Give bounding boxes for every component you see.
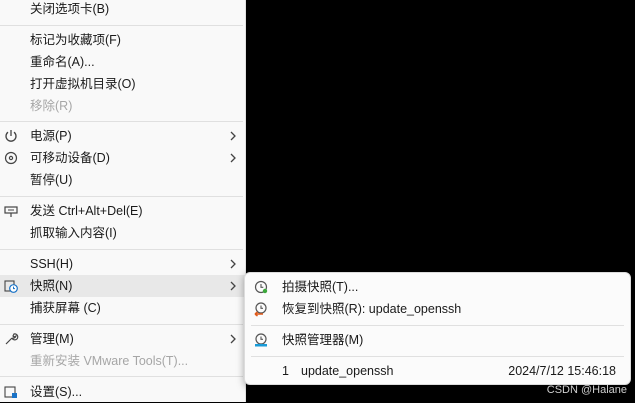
chevron-right-icon — [228, 331, 238, 347]
disc-icon — [3, 150, 19, 166]
menu-separator — [0, 249, 243, 250]
submenu-separator — [251, 356, 624, 357]
submenu-item-snapshot-manager[interactable]: 快照管理器(M) — [245, 329, 630, 351]
menu-separator — [0, 121, 243, 122]
snapshot-date: 2024/7/12 15:46:18 — [508, 364, 616, 378]
context-menu: 关闭选项卡(B) 标记为收藏项(F) 重命名(A)... 打开虚拟机目录(O) … — [0, 0, 246, 402]
menu-item-remove: 移除(R) — [30, 99, 73, 113]
menu-separator — [0, 196, 243, 197]
menu-item-open-vm-directory[interactable]: 打开虚拟机目录(O) — [0, 73, 246, 95]
chevron-right-icon — [228, 278, 238, 294]
menu-item-snapshot[interactable]: 快照(N) — [0, 275, 246, 297]
take-snapshot-icon — [253, 279, 269, 295]
snapshot-icon — [3, 278, 19, 294]
menu-separator — [0, 376, 243, 377]
snapshot-index: 1 — [282, 364, 289, 378]
submenu-item-snapshot-entry[interactable]: 1 update_openssh 2024/7/12 15:46:18 — [245, 360, 630, 382]
snapshot-manager-icon — [253, 332, 269, 348]
menu-item-ssh[interactable]: SSH(H) — [0, 253, 246, 275]
menu-item-pause[interactable]: 暂停(U) — [0, 169, 246, 191]
keyboard-send-icon — [3, 203, 19, 219]
menu-separator — [0, 324, 243, 325]
watermark: CSDN @Halane — [546, 384, 627, 396]
menu-item-grab-input[interactable]: 抓取输入内容(I) — [0, 222, 246, 244]
settings-icon — [3, 384, 19, 400]
power-icon — [3, 128, 19, 144]
menu-item-rename[interactable]: 重命名(A)... — [0, 51, 246, 73]
menu-item-settings[interactable]: 设置(S)... — [0, 381, 246, 403]
revert-snapshot-icon — [253, 301, 269, 317]
menu-item-manage[interactable]: 管理(M) — [0, 328, 246, 350]
menu-separator — [0, 25, 243, 26]
menu-item-send-ctrl-alt-del[interactable]: 发送 Ctrl+Alt+Del(E) — [0, 200, 246, 222]
snapshot-name: update_openssh — [301, 364, 394, 378]
menu-item-removable-devices[interactable]: 可移动设备(D) — [0, 147, 246, 169]
chevron-right-icon — [228, 256, 238, 272]
submenu-item-take-snapshot[interactable]: 拍摄快照(T)... — [245, 276, 630, 298]
submenu-item-revert-snapshot[interactable]: 恢复到快照(R): update_openssh — [245, 298, 630, 320]
chevron-right-icon — [228, 150, 238, 166]
menu-item-capture-screen[interactable]: 捕获屏幕 (C) — [0, 297, 246, 319]
chevron-right-icon — [228, 128, 238, 144]
menu-item-mark-favorite[interactable]: 标记为收藏项(F) — [0, 29, 246, 51]
menu-item-reinstall-vmware-tools: 重新安装 VMware Tools(T)... — [30, 354, 189, 368]
snapshot-submenu: 拍摄快照(T)... 恢复到快照(R): update_openssh 快照管理… — [244, 272, 631, 385]
menu-item-power[interactable]: 电源(P) — [0, 125, 246, 147]
wrench-icon — [3, 331, 19, 347]
submenu-separator — [251, 325, 624, 326]
menu-item-close-tab[interactable]: 关闭选项卡(B) — [0, 0, 246, 20]
